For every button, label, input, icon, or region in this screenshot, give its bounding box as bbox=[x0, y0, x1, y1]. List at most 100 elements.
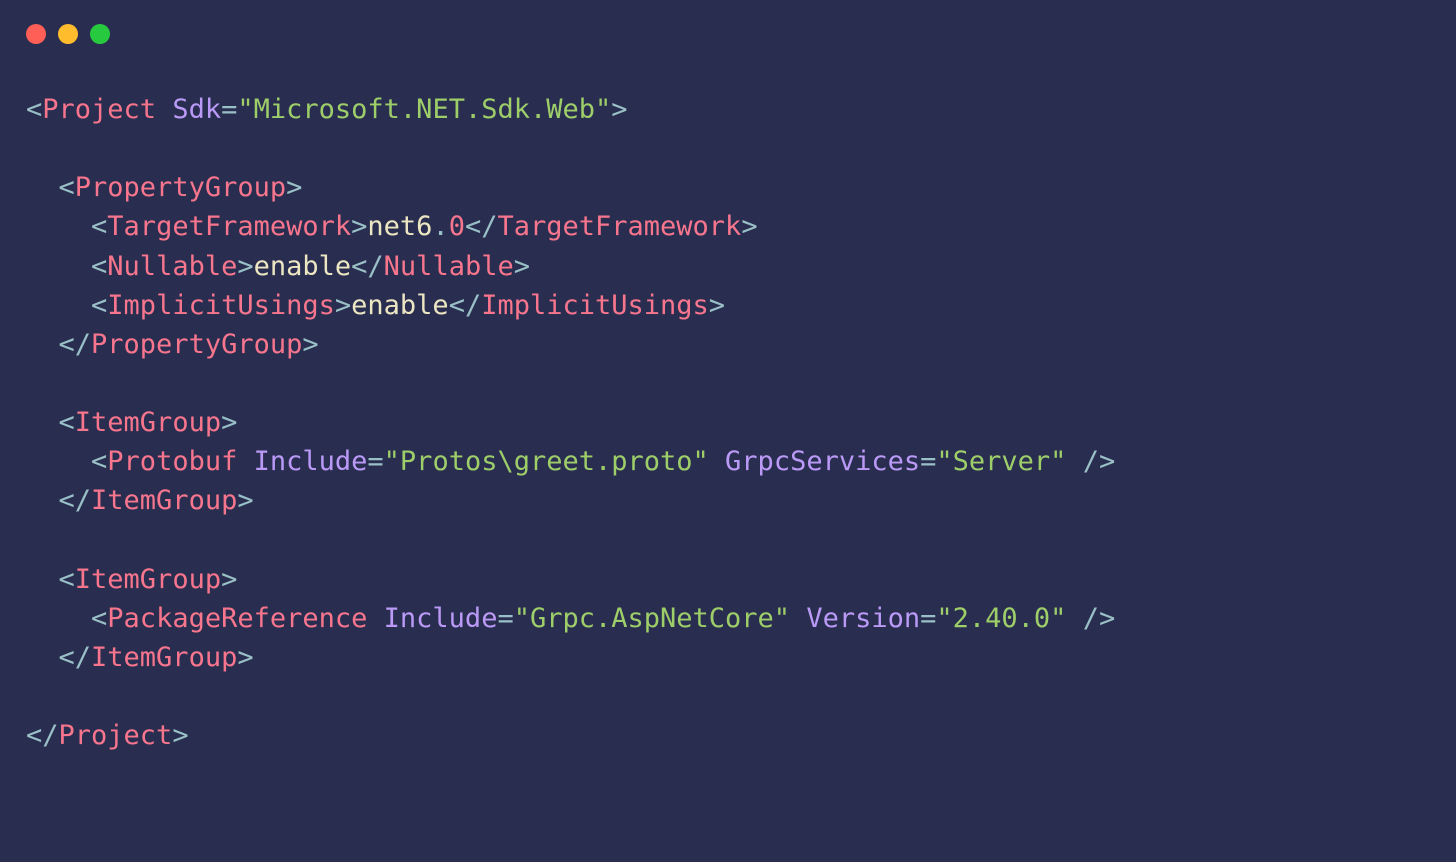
code-token: > bbox=[172, 720, 188, 751]
code-token: "Grpc.AspNetCore" bbox=[514, 603, 790, 634]
code-token bbox=[26, 211, 91, 242]
code-token: enable bbox=[351, 290, 449, 321]
code-token: / bbox=[1066, 446, 1099, 477]
code-token: > bbox=[302, 329, 318, 360]
code-token bbox=[26, 485, 59, 516]
code-token: > bbox=[237, 251, 253, 282]
code-token: "Microsoft.NET.Sdk.Web" bbox=[237, 94, 611, 125]
code-token: PropertyGroup bbox=[91, 329, 302, 360]
code-token: < bbox=[59, 564, 75, 595]
code-token: ImplicitUsings bbox=[481, 290, 709, 321]
code-token: Project bbox=[42, 94, 156, 125]
code-token: > bbox=[237, 642, 253, 673]
code-token: PropertyGroup bbox=[75, 172, 286, 203]
code-token: </ bbox=[59, 642, 92, 673]
code-token: </ bbox=[449, 290, 482, 321]
code-line: <Project Sdk="Microsoft.NET.Sdk.Web"> bbox=[26, 94, 628, 125]
maximize-icon[interactable] bbox=[90, 24, 110, 44]
code-token: ItemGroup bbox=[91, 642, 237, 673]
code-window: <Project Sdk="Microsoft.NET.Sdk.Web"> <P… bbox=[0, 0, 1456, 862]
code-token: < bbox=[91, 251, 107, 282]
code-token: Protobuf bbox=[107, 446, 237, 477]
code-token: TargetFramework bbox=[107, 211, 351, 242]
code-token bbox=[156, 94, 172, 125]
code-line: <ImplicitUsings>enable</ImplicitUsings> bbox=[26, 290, 725, 321]
code-token bbox=[26, 290, 91, 321]
code-token bbox=[26, 564, 59, 595]
code-token: net6 bbox=[367, 211, 432, 242]
minimize-icon[interactable] bbox=[58, 24, 78, 44]
code-line: <PackageReference Include="Grpc.AspNetCo… bbox=[26, 603, 1115, 634]
code-token: enable bbox=[254, 251, 352, 282]
code-token: </ bbox=[465, 211, 498, 242]
code-line: <Nullable>enable</Nullable> bbox=[26, 251, 530, 282]
code-line: <ItemGroup> bbox=[26, 564, 237, 595]
code-token: > bbox=[741, 211, 757, 242]
code-line: <Protobuf Include="Protos\greet.proto" G… bbox=[26, 446, 1115, 477]
code-token: PackageReference bbox=[107, 603, 367, 634]
code-token bbox=[26, 329, 59, 360]
code-token: </ bbox=[59, 329, 92, 360]
code-token: "2.40.0" bbox=[936, 603, 1066, 634]
code-token: < bbox=[91, 211, 107, 242]
code-token: / bbox=[1066, 603, 1099, 634]
code-token: Include bbox=[384, 603, 498, 634]
code-token bbox=[26, 603, 91, 634]
code-token: > bbox=[709, 290, 725, 321]
code-token: > bbox=[611, 94, 627, 125]
code-line: <ItemGroup> bbox=[26, 407, 237, 438]
code-line: </PropertyGroup> bbox=[26, 329, 319, 360]
code-token: < bbox=[59, 172, 75, 203]
code-line: </ItemGroup> bbox=[26, 642, 254, 673]
code-token bbox=[790, 603, 806, 634]
code-token: > bbox=[237, 485, 253, 516]
code-token: </ bbox=[351, 251, 384, 282]
code-token: Version bbox=[806, 603, 920, 634]
code-line: </Project> bbox=[26, 720, 189, 751]
code-token: Project bbox=[59, 720, 173, 751]
code-token: > bbox=[351, 211, 367, 242]
code-token: < bbox=[59, 407, 75, 438]
code-token: TargetFramework bbox=[497, 211, 741, 242]
code-token: > bbox=[221, 407, 237, 438]
code-token: = bbox=[497, 603, 513, 634]
code-token: Nullable bbox=[384, 251, 514, 282]
code-line: </ItemGroup> bbox=[26, 485, 254, 516]
code-token bbox=[367, 603, 383, 634]
code-token: . bbox=[432, 211, 448, 242]
code-line: <PropertyGroup> bbox=[26, 172, 302, 203]
code-token: = bbox=[920, 603, 936, 634]
code-token: < bbox=[91, 290, 107, 321]
code-token: = bbox=[221, 94, 237, 125]
code-token: </ bbox=[26, 720, 59, 751]
close-icon[interactable] bbox=[26, 24, 46, 44]
code-token bbox=[709, 446, 725, 477]
code-token: </ bbox=[59, 485, 92, 516]
code-token: = bbox=[920, 446, 936, 477]
code-token bbox=[26, 172, 59, 203]
code-line: <TargetFramework>net6.0</TargetFramework… bbox=[26, 211, 758, 242]
code-token: > bbox=[1099, 446, 1115, 477]
code-token bbox=[26, 407, 59, 438]
code-token: > bbox=[514, 251, 530, 282]
code-token bbox=[26, 446, 91, 477]
code-token: Include bbox=[254, 446, 368, 477]
code-token: GrpcServices bbox=[725, 446, 920, 477]
code-token: ItemGroup bbox=[75, 564, 221, 595]
code-token: ItemGroup bbox=[91, 485, 237, 516]
code-token: "Server" bbox=[936, 446, 1066, 477]
code-token: ItemGroup bbox=[75, 407, 221, 438]
code-block: <Project Sdk="Microsoft.NET.Sdk.Web"> <P… bbox=[26, 90, 1430, 755]
code-token: = bbox=[367, 446, 383, 477]
code-token: 0 bbox=[449, 211, 465, 242]
window-titlebar bbox=[26, 24, 1430, 44]
code-token: > bbox=[1099, 603, 1115, 634]
code-token: "Protos\greet.proto" bbox=[384, 446, 709, 477]
code-token: Sdk bbox=[172, 94, 221, 125]
code-token: < bbox=[91, 603, 107, 634]
code-token: < bbox=[26, 94, 42, 125]
code-token: > bbox=[221, 564, 237, 595]
code-token: > bbox=[335, 290, 351, 321]
code-token bbox=[26, 642, 59, 673]
code-token bbox=[237, 446, 253, 477]
